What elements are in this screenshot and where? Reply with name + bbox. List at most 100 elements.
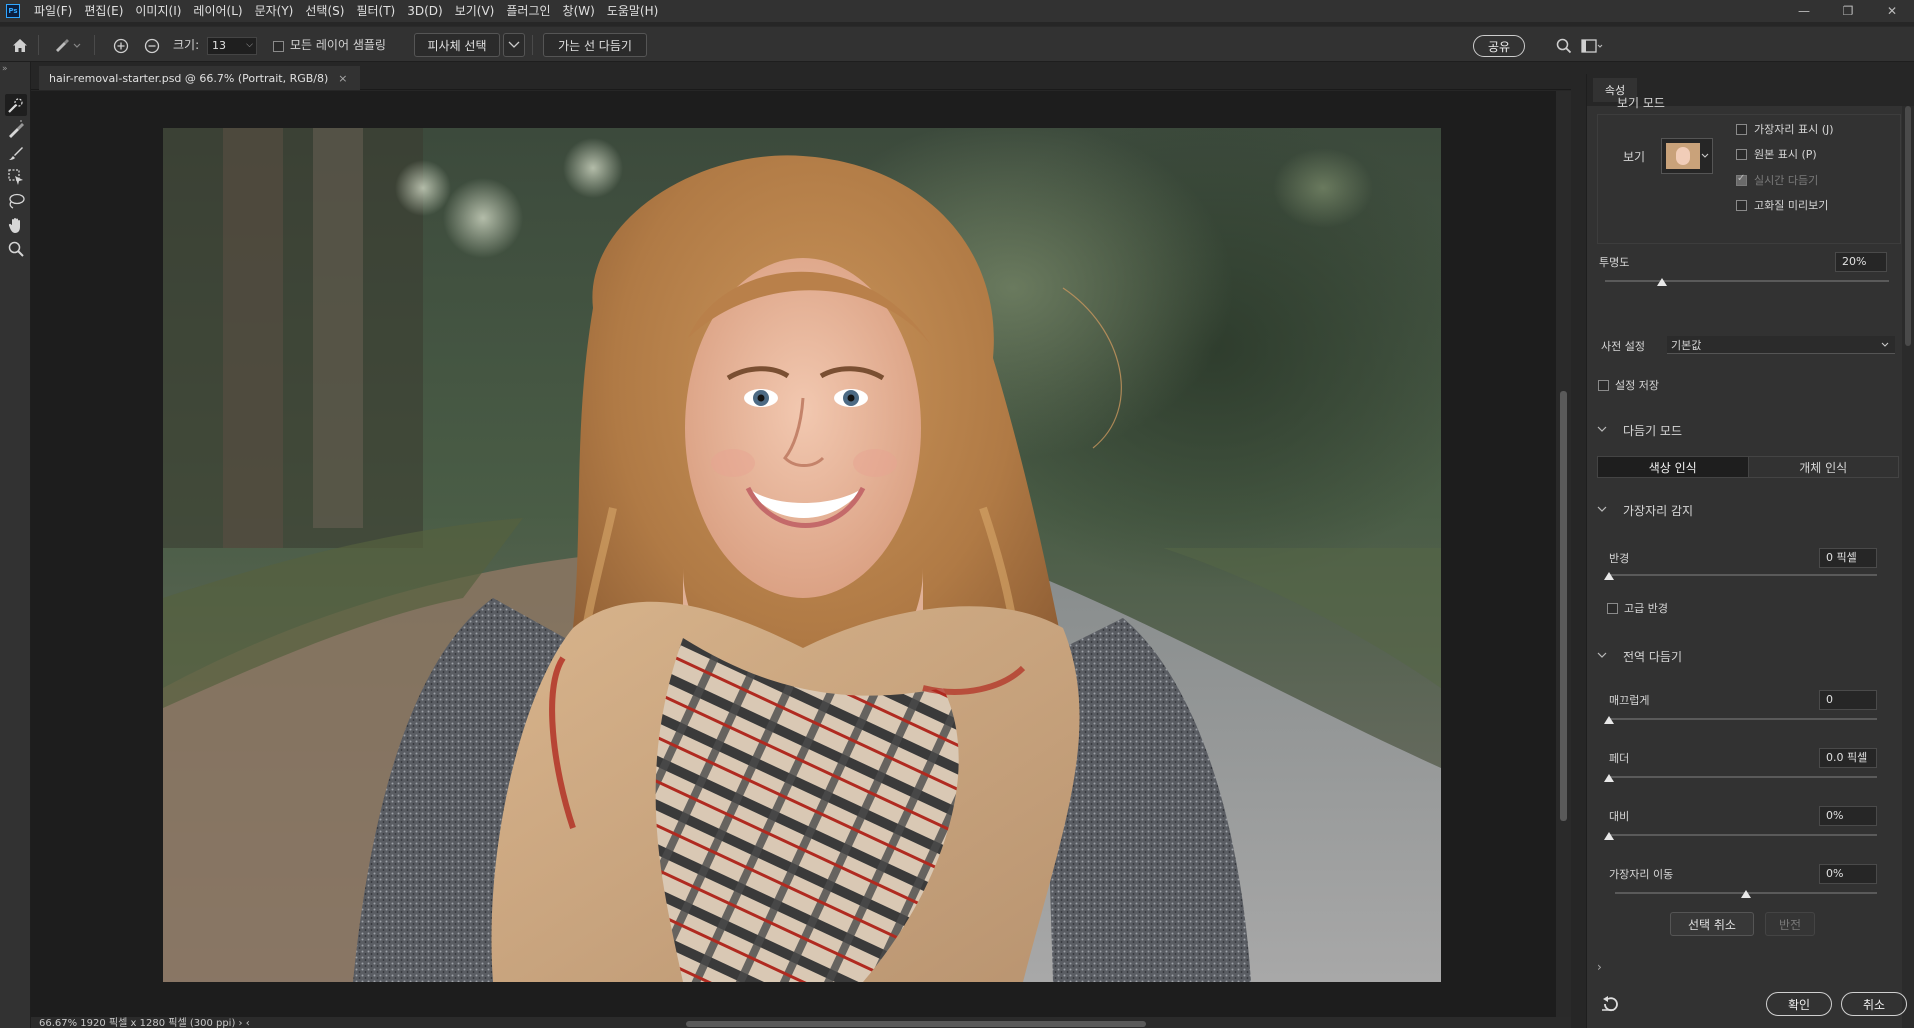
sample-all-layers-checkbox[interactable] — [272, 40, 284, 52]
output-settings-chevron-icon[interactable]: › — [1597, 960, 1602, 974]
add-to-selection-icon[interactable] — [112, 37, 130, 55]
menu-type[interactable]: 문자(Y) — [249, 0, 300, 22]
radius-slider-thumb[interactable] — [1604, 572, 1614, 580]
preset-value: 기본값 — [1671, 339, 1702, 352]
select-subject-button[interactable]: 피사체 선택 — [414, 33, 500, 57]
cancel-button[interactable]: 취소 — [1841, 992, 1907, 1016]
opacity-input[interactable]: 20% — [1835, 252, 1887, 272]
realtime-refine-checkbox[interactable] — [1736, 173, 1747, 189]
properties-panel: 속성 보기 모드 보기 가장자리 표시 (J) 원본 표시 (P) 실시간 다듬… — [1586, 74, 1914, 1028]
menu-filter[interactable]: 필터(T) — [350, 0, 401, 22]
menu-plugins[interactable]: 플러그인 — [500, 0, 556, 22]
shift-edge-slider-thumb[interactable] — [1741, 890, 1751, 898]
save-settings-checkbox[interactable] — [1598, 380, 1609, 394]
menu-3d[interactable]: 3D(D) — [401, 0, 448, 22]
refine-color-aware-button[interactable]: 색상 인식 — [1598, 457, 1748, 477]
smooth-slider-thumb[interactable] — [1604, 716, 1614, 724]
feather-input[interactable]: 0.0 픽셀 — [1819, 748, 1877, 768]
contrast-slider-thumb[interactable] — [1604, 832, 1614, 840]
global-refine-title: 전역 다듬기 — [1623, 650, 1683, 664]
share-button[interactable]: 공유 — [1473, 35, 1525, 57]
brush-size-value: 13 — [212, 39, 226, 52]
tools-panel: » — [0, 62, 31, 1028]
clear-selection-button[interactable]: 선택 취소 — [1670, 912, 1754, 936]
select-subject-dropdown[interactable] — [503, 33, 525, 57]
panel-scrollbar[interactable] — [1902, 106, 1914, 1028]
restore-button[interactable]: ❐ — [1826, 0, 1870, 22]
horizontal-scrollbar-thumb[interactable] — [686, 1021, 1146, 1027]
brush-tool-icon[interactable] — [5, 142, 27, 164]
show-edge-label: 가장자리 표시 (J) — [1754, 123, 1834, 136]
view-mode-title: 보기 모드 — [1617, 96, 1665, 110]
chevron-down-icon[interactable] — [1597, 426, 1607, 433]
home-icon[interactable] — [10, 35, 30, 55]
panel-scrollbar-thumb[interactable] — [1905, 106, 1911, 346]
window-controls: — ❐ ✕ — [1782, 0, 1914, 22]
save-settings-label: 설정 저장 — [1615, 379, 1659, 392]
smooth-slider-track[interactable] — [1609, 718, 1877, 720]
view-mode-dropdown[interactable] — [1661, 138, 1713, 174]
search-icon[interactable] — [1554, 36, 1574, 56]
canvas-area[interactable] — [31, 91, 1571, 1017]
hq-preview-checkbox[interactable] — [1736, 200, 1747, 214]
hand-tool-icon[interactable] — [5, 214, 27, 236]
invert-button[interactable]: 반전 — [1765, 912, 1815, 936]
refine-edge-brush-tool-icon[interactable] — [5, 118, 27, 140]
ok-button[interactable]: 확인 — [1766, 992, 1832, 1016]
document-tab[interactable]: hair-removal-starter.psd @ 66.7% (Portra… — [39, 66, 360, 90]
menu-layer[interactable]: 레이어(L) — [187, 0, 248, 22]
shift-edge-input[interactable]: 0% — [1819, 864, 1877, 884]
opacity-slider-track[interactable] — [1605, 280, 1889, 282]
workspace-icon[interactable] — [1580, 36, 1604, 56]
object-selection-tool-icon[interactable] — [5, 166, 27, 188]
smart-radius-checkbox[interactable] — [1607, 603, 1618, 617]
separator — [38, 35, 39, 55]
menu-edit[interactable]: 편집(E) — [78, 0, 129, 22]
preset-dropdown[interactable]: 기본값 — [1667, 336, 1895, 354]
contrast-label: 대비 — [1609, 810, 1630, 823]
chevron-down-icon[interactable] — [1597, 652, 1607, 659]
feather-slider-thumb[interactable] — [1604, 774, 1614, 782]
chevron-down-icon[interactable] — [1597, 506, 1607, 513]
show-original-checkbox[interactable] — [1736, 149, 1747, 163]
portrait-photo[interactable] — [163, 128, 1441, 982]
opacity-label: 투명도 — [1599, 256, 1630, 269]
reset-icon[interactable] — [1601, 996, 1619, 1012]
smooth-input[interactable]: 0 — [1819, 690, 1877, 710]
options-bar: 크기: 13 ⌵ 모든 레이어 샘플링 피사체 선택 가는 선 다듬기 공유 — [0, 26, 1914, 62]
hq-preview-label: 고화질 미리보기 — [1754, 199, 1829, 212]
menu-image[interactable]: 이미지(I) — [129, 0, 187, 22]
menu-help[interactable]: 도움말(H) — [601, 0, 665, 22]
subtract-from-selection-icon[interactable] — [143, 37, 161, 55]
contrast-slider-track[interactable] — [1609, 834, 1877, 836]
zoom-tool-icon[interactable] — [5, 238, 27, 260]
close-button[interactable]: ✕ — [1870, 0, 1914, 22]
tool-preset-picker[interactable] — [52, 35, 82, 55]
lasso-tool-icon[interactable] — [5, 190, 27, 212]
chevron-down-icon[interactable]: ⌵ — [246, 37, 253, 53]
feather-slider-track[interactable] — [1609, 776, 1877, 778]
menu-select[interactable]: 선택(S) — [299, 0, 350, 22]
menu-window[interactable]: 창(W) — [557, 0, 601, 22]
quick-selection-tool-icon[interactable] — [5, 94, 27, 116]
separator — [532, 35, 533, 55]
refine-hair-button[interactable]: 가는 선 다듬기 — [543, 33, 647, 57]
menu-view[interactable]: 보기(V) — [449, 0, 501, 22]
vertical-scrollbar-thumb[interactable] — [1560, 391, 1567, 821]
vertical-scrollbar[interactable] — [1556, 91, 1571, 1017]
realtime-refine-label: 실시간 다듬기 — [1754, 174, 1819, 187]
shift-edge-label: 가장자리 이동 — [1609, 868, 1674, 881]
menu-file[interactable]: 파일(F) — [28, 0, 78, 22]
show-edge-checkbox[interactable] — [1736, 124, 1747, 138]
panel-grip-icon[interactable]: » — [2, 64, 8, 74]
radius-label: 반경 — [1609, 552, 1630, 565]
minimize-button[interactable]: — — [1782, 0, 1826, 22]
opacity-slider-thumb[interactable] — [1656, 278, 1667, 286]
radius-input[interactable]: 0 픽셀 — [1819, 548, 1877, 568]
brush-size-input[interactable]: 13 ⌵ — [207, 37, 257, 55]
refine-object-aware-button[interactable]: 개체 인식 — [1747, 457, 1899, 477]
close-icon[interactable]: × — [338, 72, 347, 85]
contrast-input[interactable]: 0% — [1819, 806, 1877, 826]
radius-slider-track[interactable] — [1609, 574, 1877, 576]
portrait-image — [163, 128, 1441, 982]
